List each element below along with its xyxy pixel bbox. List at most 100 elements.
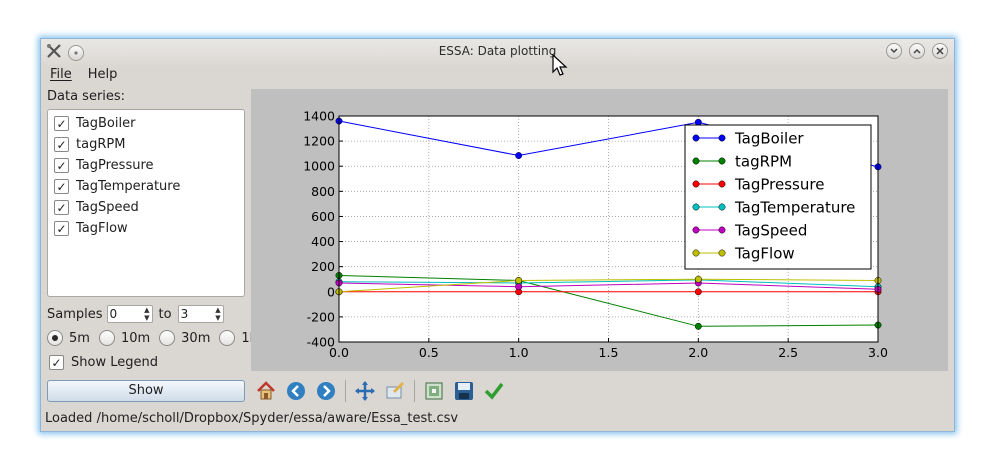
checkbox-icon[interactable]: ✓ [54,200,69,215]
show-legend-row[interactable]: ✓ Show Legend [49,355,158,370]
back-arrow-icon[interactable] [283,378,309,404]
time-range-radios: 5m 10m 30m 1hr [47,330,263,346]
samples-from-spinbox[interactable]: 0 ▲ ▼ [106,305,153,323]
line-chart: 0.0 0.5 1.0 1.5 2.0 2.5 3.0-400-20002004006008… [303,109,888,361]
radio-10m[interactable] [98,330,115,346]
radio-30m[interactable] [159,330,176,346]
legend-label: TagBoiler [734,130,804,148]
data-point [515,152,523,160]
forward-arrow-icon[interactable] [313,378,339,404]
series-item-tagflow[interactable]: ✓ TagFlow [48,218,244,239]
legend-marker [718,134,726,142]
x-tick-label: 2.0 [688,345,708,360]
maximize-icon[interactable] [909,43,925,59]
data-point [515,277,523,284]
legend-marker [692,180,700,188]
legend-marker [692,203,700,211]
series-item-label: TagSpeed [76,200,139,215]
spin-arrows-icon[interactable]: ▲ ▼ [215,306,220,322]
data-point [694,275,702,283]
legend-marker [718,180,726,188]
legend-marker [718,203,726,211]
checkbox-icon[interactable]: ✓ [54,116,69,131]
series-item-label: TagTemperature [76,179,181,194]
main-window: ESSA: Data plotting File Help Data serie… [40,38,955,432]
radio-5m[interactable] [47,330,63,346]
menu-file[interactable]: File [41,65,79,87]
y-tick-label: -400 [307,335,335,350]
y-tick-label: 400 [311,234,335,249]
series-item-label: TagFlow [76,221,128,236]
x-tick-label: 1.5 [599,345,619,360]
data-point [694,288,702,296]
checkbox-icon[interactable]: ✓ [54,137,69,152]
radio-30m-label[interactable]: 30m [181,331,210,346]
series-list[interactable]: ✓ TagBoiler ✓ tagRPM ✓ TagPressure ✓ Tag… [47,109,245,297]
subplots-config-icon[interactable] [421,378,447,404]
y-tick-label: 0 [327,284,335,299]
y-tick-label: 600 [311,209,335,224]
y-tick-label: 1000 [303,159,335,174]
y-tick-label: 1400 [303,109,335,124]
home-icon[interactable] [253,378,279,404]
title-bar[interactable]: ESSA: Data plotting [41,39,954,65]
y-tick-label: 800 [311,184,335,199]
data-series-label: Data series: [47,89,126,104]
apply-checkmark-icon[interactable] [481,378,507,404]
x-tick-label: 0.5 [419,345,439,360]
series-item-label: TagBoiler [76,116,136,131]
status-bar-text: Loaded /home/scholl/Dropbox/Spyder/essa/… [45,411,459,426]
series-item-tagrpm[interactable]: ✓ tagRPM [48,134,244,155]
radio-10m-label[interactable]: 10m [121,331,150,346]
x-tick-label: 3.0 [868,345,888,360]
samples-from-value: 0 [109,307,118,321]
series-item-label: tagRPM [76,137,126,152]
series-item-tagspeed[interactable]: ✓ TagSpeed [48,197,244,218]
samples-label: Samples [47,306,103,322]
radio-5m-label[interactable]: 5m [69,331,90,346]
series-item-tagpressure[interactable]: ✓ TagPressure [48,155,244,176]
plot-canvas[interactable]: 0.0 0.5 1.0 1.5 2.0 2.5 3.0 -400 -200 0 200 400 600 8… [251,89,948,371]
checkbox-icon[interactable]: ✓ [54,158,69,173]
legend-marker [692,226,700,234]
series-item-tagtemperature[interactable]: ✓ TagTemperature [48,176,244,197]
legend-label: TagTemperature [734,199,855,217]
samples-to-spinbox[interactable]: 3 ▲ ▼ [177,305,224,323]
x-tick-label: 2.5 [778,345,798,360]
radio-1hr[interactable] [219,330,236,346]
spin-arrows-icon[interactable]: ▲ ▼ [144,306,149,322]
show-legend-checkbox[interactable]: ✓ [49,355,64,370]
series-item-label: TagPressure [76,158,154,173]
save-icon[interactable] [451,378,477,404]
zoom-rect-icon[interactable] [382,378,408,404]
y-tick-label: -200 [307,309,335,324]
samples-to-value: 3 [180,307,189,321]
data-point [515,283,523,291]
minimize-icon[interactable] [886,43,902,59]
y-tick-label: 1200 [303,134,335,149]
y-tick-label: 200 [311,259,335,274]
show-legend-label[interactable]: Show Legend [71,355,158,370]
menu-bar: File Help [41,65,124,87]
legend-label: TagPressure [734,176,824,194]
window-title: ESSA: Data plotting [438,44,557,58]
checkbox-icon[interactable]: ✓ [54,221,69,236]
checkbox-icon[interactable]: ✓ [54,179,69,194]
show-button[interactable]: Show [47,380,245,402]
to-label: to [158,306,172,322]
legend-label: TagFlow [734,245,795,263]
legend-label: tagRPM [735,153,792,171]
series-item-tagboiler[interactable]: ✓ TagBoiler [48,113,244,134]
legend-marker [718,157,726,165]
close-icon[interactable] [932,43,948,59]
legend-marker [692,134,700,142]
mouse-cursor-icon [552,54,568,76]
plot-toolbar [253,377,507,405]
legend-marker [718,249,726,257]
legend-marker [692,157,700,165]
pan-icon[interactable] [352,378,378,404]
legend-marker [718,226,726,234]
data-point [694,322,702,330]
legend-marker [692,249,700,257]
menu-help[interactable]: Help [79,65,125,87]
